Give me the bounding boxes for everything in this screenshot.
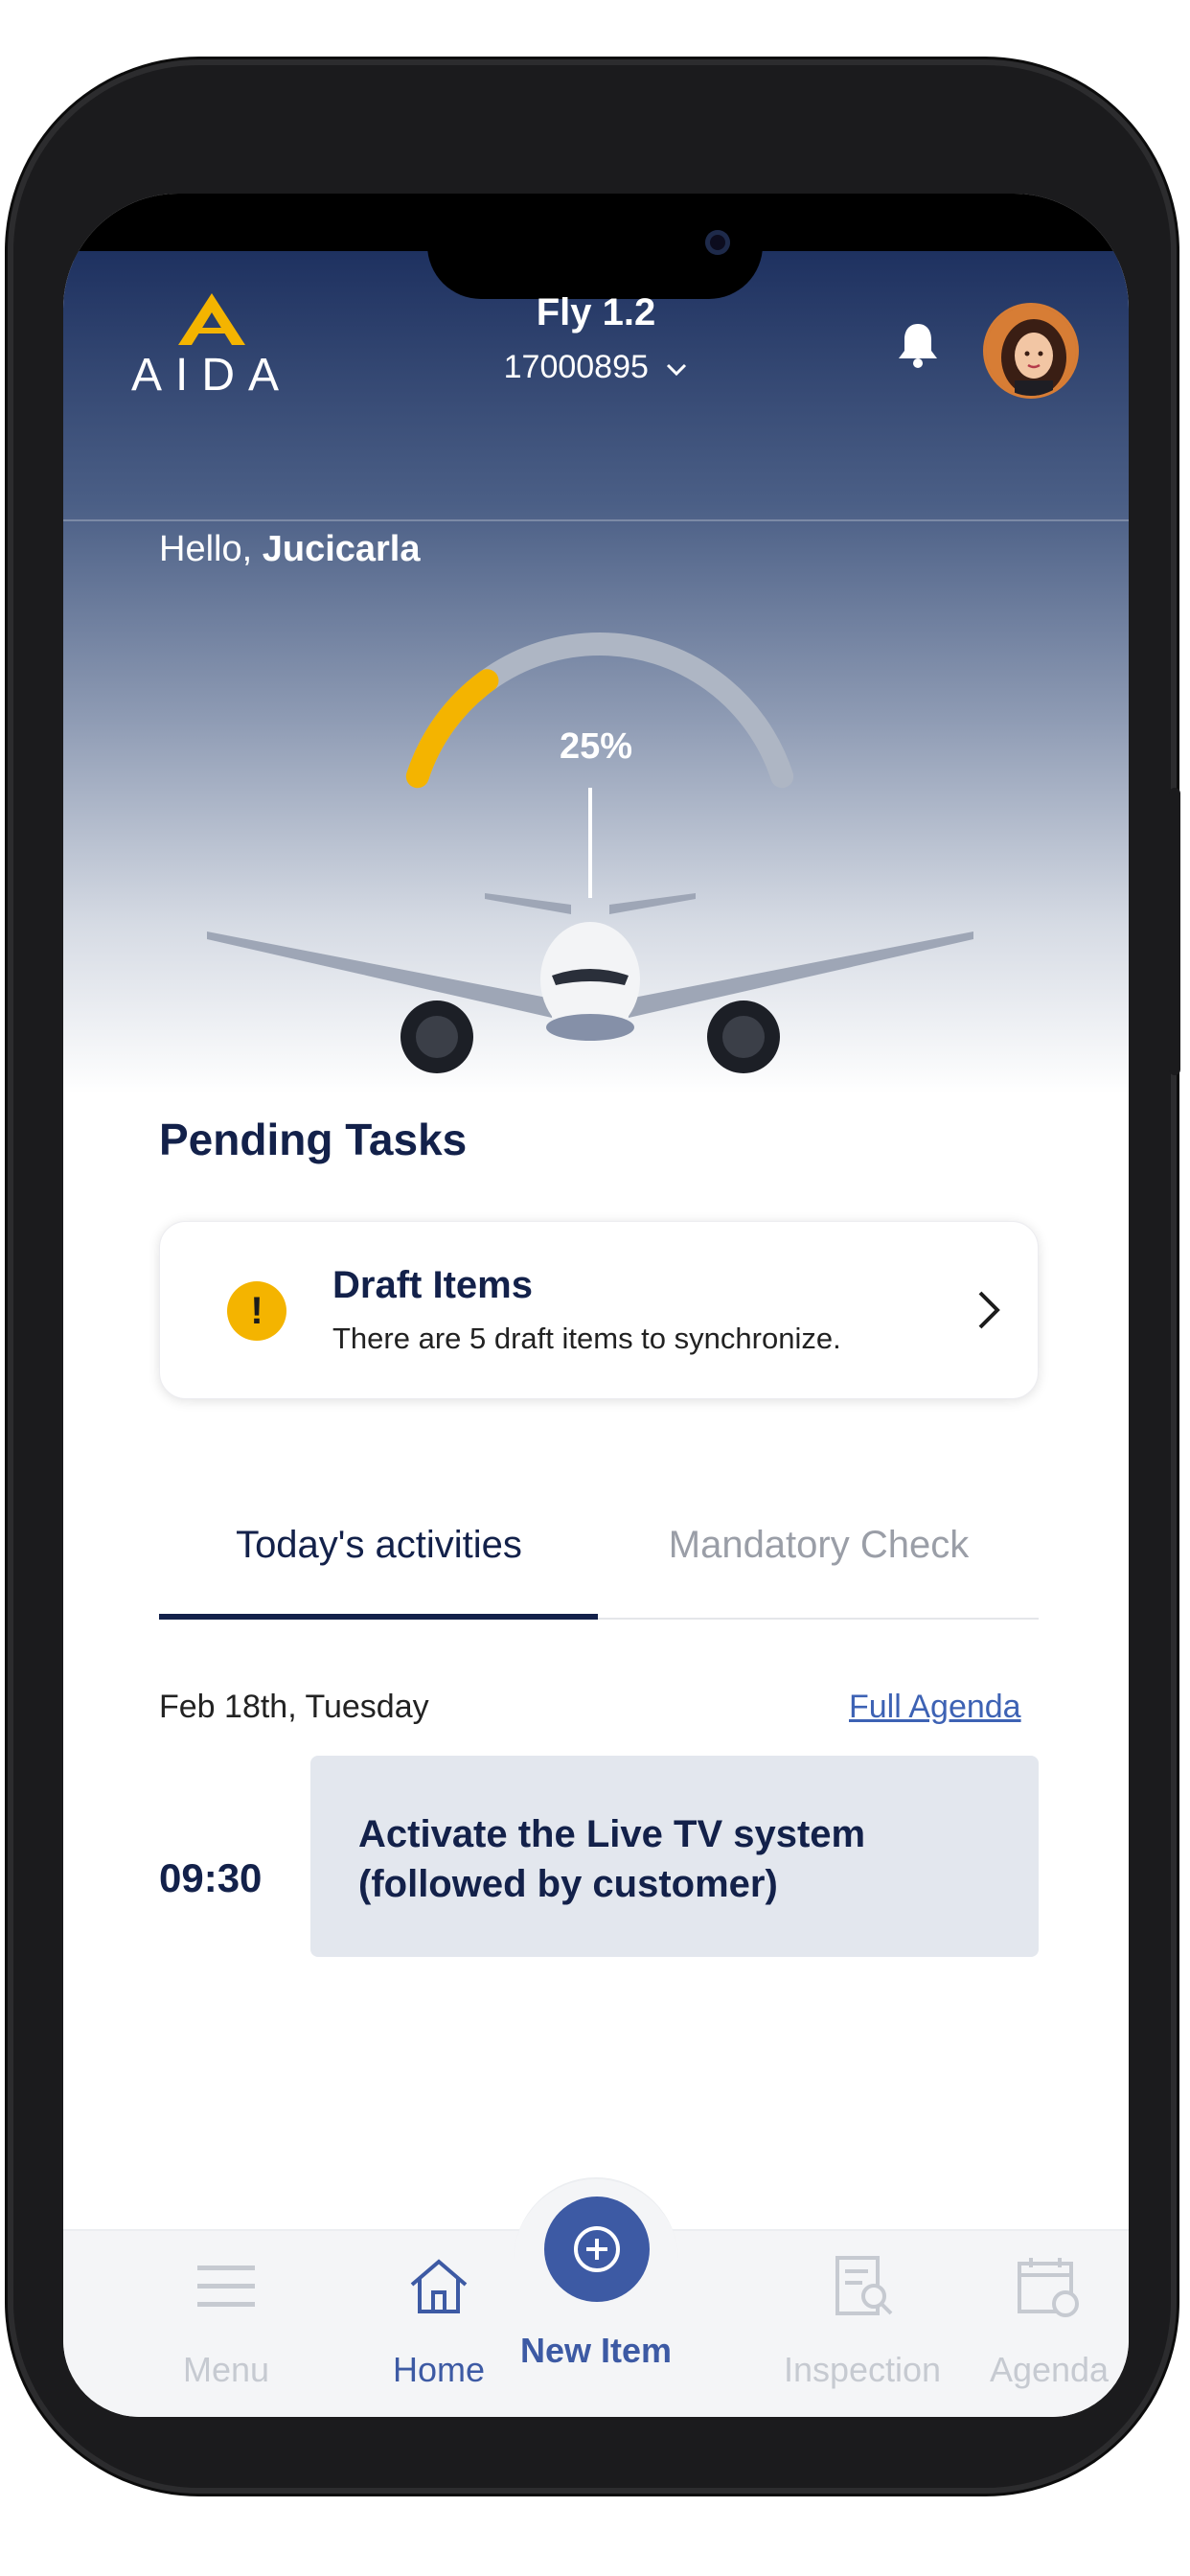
plus-circle-icon: [574, 2226, 620, 2272]
activity-tabs: Today's activities Mandatory Check: [159, 1497, 1039, 1622]
pending-tasks-title: Pending Tasks: [159, 1115, 468, 1164]
draft-items-title: Draft Items: [332, 1264, 533, 1306]
calendar-icon: [1018, 2258, 1079, 2317]
tab-mandatory-check[interactable]: Mandatory Check: [599, 1497, 1039, 1622]
nav-inspection-label: Inspection: [783, 2350, 942, 2389]
active-tab-indicator: [159, 1614, 598, 1620]
tab-todays-activities[interactable]: Today's activities: [159, 1497, 599, 1622]
nav-inspection[interactable]: Inspection: [757, 2235, 968, 2407]
flight-number: 17000895: [503, 349, 649, 385]
flight-selector[interactable]: 17000895: [404, 349, 788, 386]
new-item-label: New Item: [519, 2331, 673, 2370]
logo-mark-icon: [178, 293, 245, 345]
aida-logo: AIDA: [130, 289, 293, 401]
airplane-illustration-icon: [207, 788, 973, 1073]
activity-title: Activate the Live TV system (followed by…: [358, 1813, 866, 1905]
activity-time: 09:30: [159, 1855, 263, 1900]
progress-label: 25%: [559, 726, 633, 767]
greeting-prefix: Hello,: [159, 529, 263, 569]
gauge-fill: [405, 669, 499, 789]
full-agenda-link[interactable]: Full Agenda: [849, 1689, 1021, 1726]
bell-icon[interactable]: [891, 318, 945, 372]
app-title: Fly 1.2: [536, 291, 656, 334]
user-name: Jucicarla: [262, 529, 421, 569]
nav-home[interactable]: Home: [333, 2235, 544, 2407]
new-item-button[interactable]: [544, 2196, 650, 2302]
warning-icon: !: [227, 1281, 286, 1341]
header-divider: [63, 519, 1129, 521]
inspection-icon: [835, 2256, 893, 2315]
chevron-right-icon: [978, 1291, 1000, 1329]
camera-icon: [705, 230, 730, 255]
logo-text: AIDA: [130, 350, 293, 401]
home-icon: [410, 2259, 468, 2313]
dynamic-island: [427, 194, 763, 299]
nav-menu-label: Menu: [182, 2350, 270, 2389]
nav-menu[interactable]: Menu: [121, 2235, 332, 2407]
nav-agenda[interactable]: Agenda: [970, 2235, 1129, 2407]
activity-card[interactable]: Activate the Live TV system (followed by…: [310, 1756, 1039, 1957]
nav-agenda-label: Agenda: [989, 2350, 1110, 2389]
side-button: [1169, 788, 1180, 1075]
agenda-date: Feb 18th, Tuesday: [159, 1689, 429, 1725]
draft-items-description: There are 5 draft items to synchronize.: [332, 1322, 841, 1355]
draft-items-card[interactable]: ! Draft Items There are 5 draft items to…: [159, 1221, 1039, 1399]
user-avatar[interactable]: [983, 303, 1079, 399]
phone-frame: AIDA Fly 1.2 17000895 Hello, Jucicarla 2…: [8, 59, 1180, 2494]
greeting: Hello, Jucicarla: [159, 529, 421, 570]
chevron-down-icon: [667, 363, 687, 377]
menu-icon: [197, 2266, 255, 2307]
app-screen: AIDA Fly 1.2 17000895 Hello, Jucicarla 2…: [63, 194, 1129, 2417]
